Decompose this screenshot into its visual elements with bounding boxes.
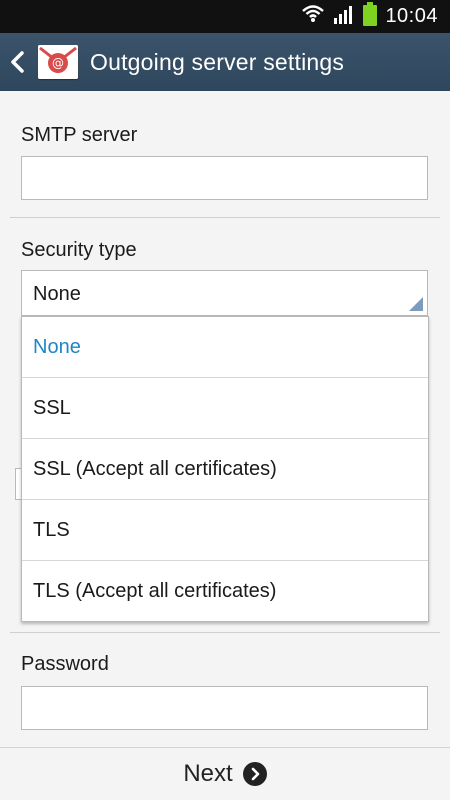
divider (10, 217, 440, 218)
status-bar: 10:04 (0, 0, 450, 33)
security-type-value: None (33, 283, 81, 305)
status-icons: 10:04 (301, 2, 438, 31)
security-option-tls-accept-all[interactable]: TLS (Accept all certificates) (22, 561, 428, 622)
next-button[interactable]: Next (183, 760, 267, 788)
security-option-none[interactable]: None (22, 317, 428, 378)
next-label: Next (183, 760, 233, 787)
dropdown-arrow-icon (409, 297, 423, 311)
security-type-label: Security type (21, 239, 137, 261)
password-input[interactable] (21, 686, 428, 730)
security-type-select[interactable]: None (21, 270, 428, 316)
signal-icon (333, 4, 355, 29)
security-type-dropdown: None SSL SSL (Accept all certificates) T… (21, 316, 429, 622)
status-time: 10:04 (385, 5, 438, 27)
wifi-icon (301, 3, 325, 30)
footer-bar: Next (0, 748, 450, 800)
security-option-tls[interactable]: TLS (22, 500, 428, 561)
action-bar: @ Outgoing server settings (0, 33, 450, 91)
divider (10, 632, 440, 633)
smtp-server-input[interactable] (21, 156, 428, 200)
email-app-icon: @ (38, 45, 78, 79)
page-title: Outgoing server settings (90, 48, 345, 75)
chevron-right-icon (242, 762, 267, 786)
password-label: Password (21, 653, 109, 675)
svg-text:@: @ (52, 56, 64, 70)
smtp-server-label: SMTP server (21, 124, 138, 146)
security-option-ssl-accept-all[interactable]: SSL (Accept all certificates) (22, 439, 428, 500)
security-option-ssl[interactable]: SSL (22, 378, 428, 439)
back-icon[interactable] (10, 50, 24, 74)
battery-icon (363, 2, 378, 31)
